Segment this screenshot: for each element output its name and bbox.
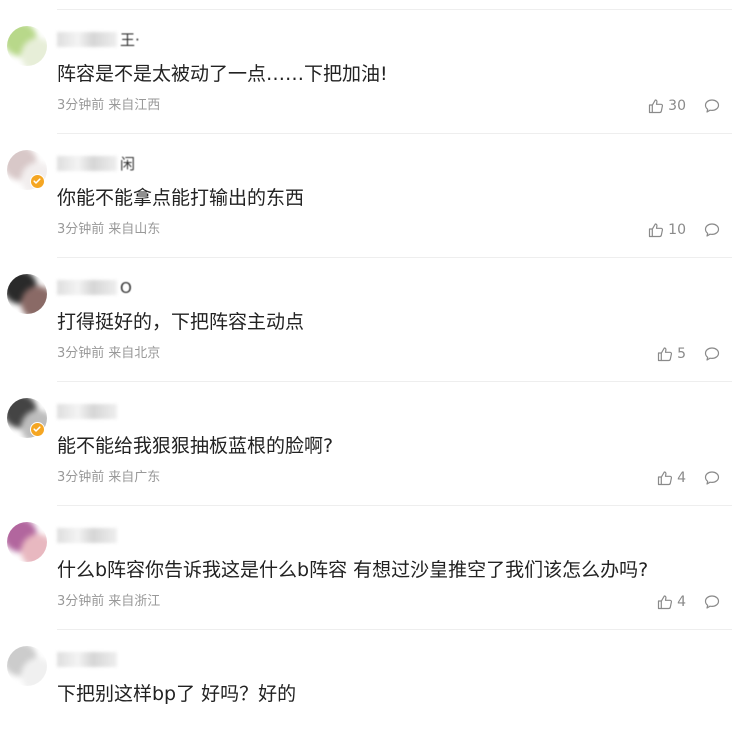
comment-actions: 10 — [648, 220, 720, 240]
thumbs-up-icon — [657, 470, 673, 486]
speech-bubble-icon — [704, 98, 720, 114]
like-count: 10 — [668, 222, 686, 238]
username[interactable]: 王· — [57, 30, 140, 49]
comment-text: 你能不能拿点能打输出的东西 — [57, 187, 305, 209]
avatar[interactable] — [7, 646, 47, 686]
thumbs-up-icon — [657, 346, 673, 362]
username-mask — [57, 652, 117, 667]
comment-item: 下把别这样bp了 好吗？好的 — [0, 630, 732, 754]
avatar[interactable] — [7, 274, 47, 314]
username[interactable] — [57, 402, 120, 421]
comment-time: 3分钟前 — [57, 98, 105, 113]
speech-bubble-icon — [704, 470, 720, 486]
comment-actions: 5 — [657, 344, 720, 364]
comment-location: 来自广东 — [108, 470, 161, 485]
avatar[interactable] — [7, 522, 47, 562]
username-mask — [57, 156, 117, 171]
comment-item: O 打得挺好的，下把阵容主动点 3分钟前 来自北京 5 — [0, 258, 732, 382]
comment-item: 王· 阵容是不是太被动了一点……下把加油! 3分钟前 来自江西 30 — [0, 10, 732, 134]
like-count: 4 — [677, 470, 686, 486]
comment-item: 什么b阵容你告诉我这是什么b阵容 有想过沙皇推空了我们该怎么办吗? 3分钟前 来自浙… — [0, 506, 732, 630]
thumbs-up-icon — [648, 222, 664, 238]
like-button[interactable]: 30 — [648, 98, 686, 114]
like-count: 30 — [668, 98, 686, 114]
comment-item: 闲你能不能拿点能打输出的东西 3分钟前 来自山东 10 — [0, 134, 732, 258]
username-mask — [57, 528, 117, 543]
comment-time: 3分钟前 — [57, 470, 105, 485]
reply-button[interactable] — [704, 222, 720, 238]
comment-actions: 30 — [648, 96, 720, 116]
like-button[interactable]: 5 — [657, 346, 686, 362]
comment-meta: 3分钟前 来自广东 — [57, 470, 160, 486]
username[interactable] — [57, 650, 120, 669]
thumbs-up-icon — [657, 594, 673, 610]
avatar[interactable] — [7, 26, 47, 66]
comment-time: 3分钟前 — [57, 594, 105, 609]
comment-location: 来自江西 — [108, 98, 161, 113]
username[interactable] — [57, 526, 120, 545]
like-count: 5 — [677, 346, 686, 362]
like-button[interactable]: 10 — [648, 222, 686, 238]
reply-button[interactable] — [704, 346, 720, 362]
comment-location: 来自山东 — [108, 222, 161, 237]
comment-time: 3分钟前 — [57, 222, 105, 237]
comment-text: 能不能给我狠狠抽板蓝根的脸啊? — [57, 435, 334, 457]
reply-button[interactable] — [704, 470, 720, 486]
comment-text: 阵容是不是太被动了一点……下把加油! — [57, 63, 388, 85]
reply-button[interactable] — [704, 98, 720, 114]
speech-bubble-icon — [704, 346, 720, 362]
comment-actions: 4 — [657, 592, 720, 612]
username-mask — [57, 404, 117, 419]
comment-meta: 3分钟前 来自北京 — [57, 346, 160, 362]
like-button[interactable]: 4 — [657, 594, 686, 610]
comment-location: 来自浙江 — [108, 594, 161, 609]
comment-text: 下把别这样bp了 好吗？好的 — [57, 683, 297, 705]
username[interactable]: O — [57, 278, 132, 297]
comment-item: 能不能给我狠狠抽板蓝根的脸啊? 3分钟前 来自广东 4 — [0, 382, 732, 506]
verified-badge-icon — [30, 174, 45, 189]
like-button[interactable]: 4 — [657, 470, 686, 486]
comment-meta: 3分钟前 来自浙江 — [57, 594, 160, 610]
comment-text: 打得挺好的，下把阵容主动点 — [57, 311, 305, 333]
speech-bubble-icon — [704, 594, 720, 610]
username[interactable]: 闲 — [57, 154, 135, 173]
reply-button[interactable] — [704, 594, 720, 610]
comment-text: 什么b阵容你告诉我这是什么b阵容 有想过沙皇推空了我们该怎么办吗? — [57, 559, 649, 581]
username-mask — [57, 32, 117, 47]
speech-bubble-icon — [704, 222, 720, 238]
comment-time: 3分钟前 — [57, 346, 105, 361]
username-mask — [57, 280, 117, 295]
comment-actions: 4 — [657, 468, 720, 488]
comment-meta: 3分钟前 来自山东 — [57, 222, 160, 238]
like-count: 4 — [677, 594, 686, 610]
comment-meta: 3分钟前 来自江西 — [57, 98, 160, 114]
comment-location: 来自北京 — [108, 346, 161, 361]
thumbs-up-icon — [648, 98, 664, 114]
verified-badge-icon — [30, 422, 45, 437]
